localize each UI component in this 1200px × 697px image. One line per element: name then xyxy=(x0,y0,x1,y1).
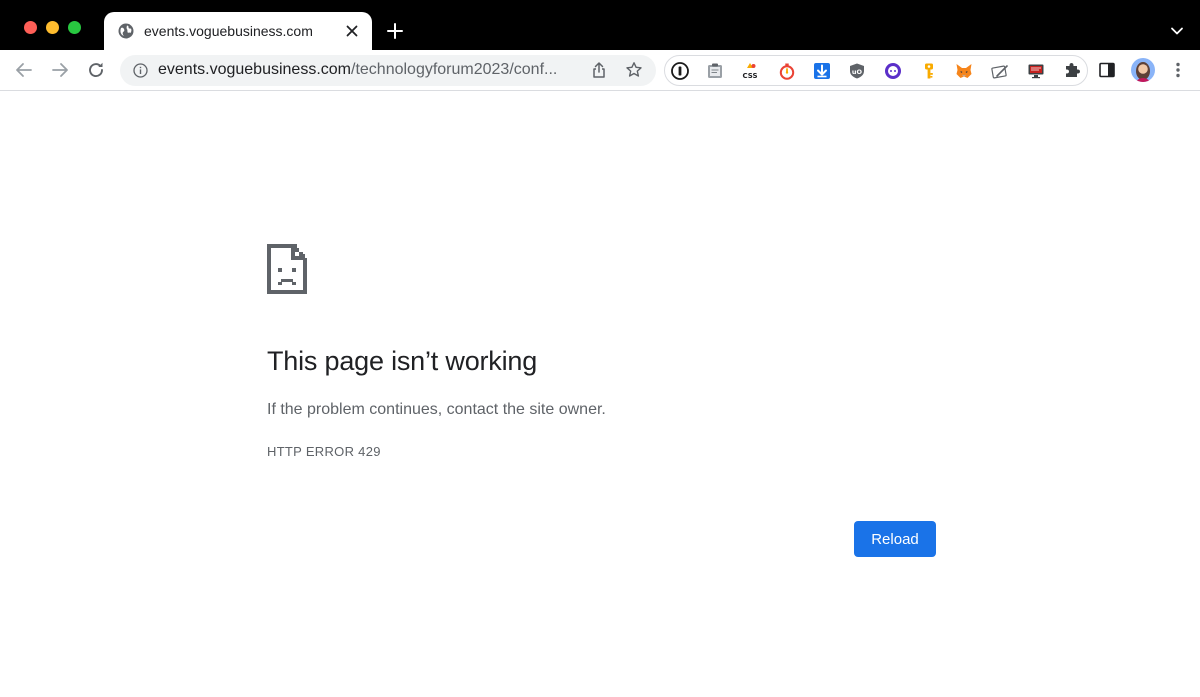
1password-icon[interactable] xyxy=(671,62,689,80)
browser-tab-active[interactable]: events.voguebusiness.com xyxy=(104,12,372,50)
tab-title: events.voguebusiness.com xyxy=(144,23,313,39)
avatar-image xyxy=(1131,58,1155,82)
more-options-icon[interactable] xyxy=(1170,61,1186,79)
error-title: This page isn’t working xyxy=(267,346,538,376)
url-text[interactable]: events.voguebusiness.com/technologyforum… xyxy=(158,61,578,79)
svg-text:CSS: CSS xyxy=(742,72,757,80)
extensions-bar: CSS uO xyxy=(664,55,1088,86)
puzzle-extensions-icon[interactable] xyxy=(1063,61,1081,79)
chat-bubble-icon[interactable] xyxy=(884,62,902,80)
reload-icon[interactable] xyxy=(86,60,106,80)
reload-button[interactable]: Reload xyxy=(854,521,936,557)
bookmark-star-icon[interactable] xyxy=(625,61,643,79)
window-close-button[interactable] xyxy=(24,21,37,34)
new-tab-plus-icon[interactable] xyxy=(386,22,404,40)
back-arrow-icon[interactable] xyxy=(14,60,34,80)
window-minimize-button[interactable] xyxy=(46,21,59,34)
monitor-icon[interactable] xyxy=(1027,62,1045,80)
close-icon[interactable] xyxy=(344,23,360,39)
ublock-icon[interactable]: uO xyxy=(848,62,866,80)
note-pencil-icon[interactable] xyxy=(991,62,1009,80)
error-code: HTTP ERROR 429 xyxy=(267,444,381,459)
metamask-fox-icon[interactable] xyxy=(955,62,973,80)
info-icon[interactable] xyxy=(133,63,148,78)
address-bar[interactable]: events.voguebusiness.com/technologyforum… xyxy=(120,55,656,86)
forward-arrow-icon[interactable] xyxy=(50,60,70,80)
stopwatch-icon[interactable] xyxy=(778,62,796,80)
browser-toolbar: events.voguebusiness.com/technologyforum… xyxy=(0,50,1200,91)
url-path: /technologyforum2023/conf... xyxy=(351,61,558,78)
key-icon[interactable] xyxy=(920,62,938,80)
clipboard-icon[interactable] xyxy=(706,62,724,80)
profile-avatar[interactable] xyxy=(1131,58,1155,82)
svg-text:uO: uO xyxy=(852,68,863,76)
download-icon[interactable] xyxy=(813,62,831,80)
css-peeper-icon[interactable]: CSS xyxy=(741,62,759,80)
chevron-down-icon[interactable] xyxy=(1170,24,1184,38)
url-host: events.voguebusiness.com xyxy=(158,61,351,78)
tab-strip: events.voguebusiness.com xyxy=(0,0,1200,50)
side-panel-icon[interactable] xyxy=(1098,61,1116,79)
globe-icon xyxy=(118,23,134,39)
error-description: If the problem continues, contact the si… xyxy=(267,401,606,418)
share-icon[interactable] xyxy=(590,61,608,79)
window-maximize-button[interactable] xyxy=(68,21,81,34)
sad-page-icon xyxy=(267,244,307,294)
